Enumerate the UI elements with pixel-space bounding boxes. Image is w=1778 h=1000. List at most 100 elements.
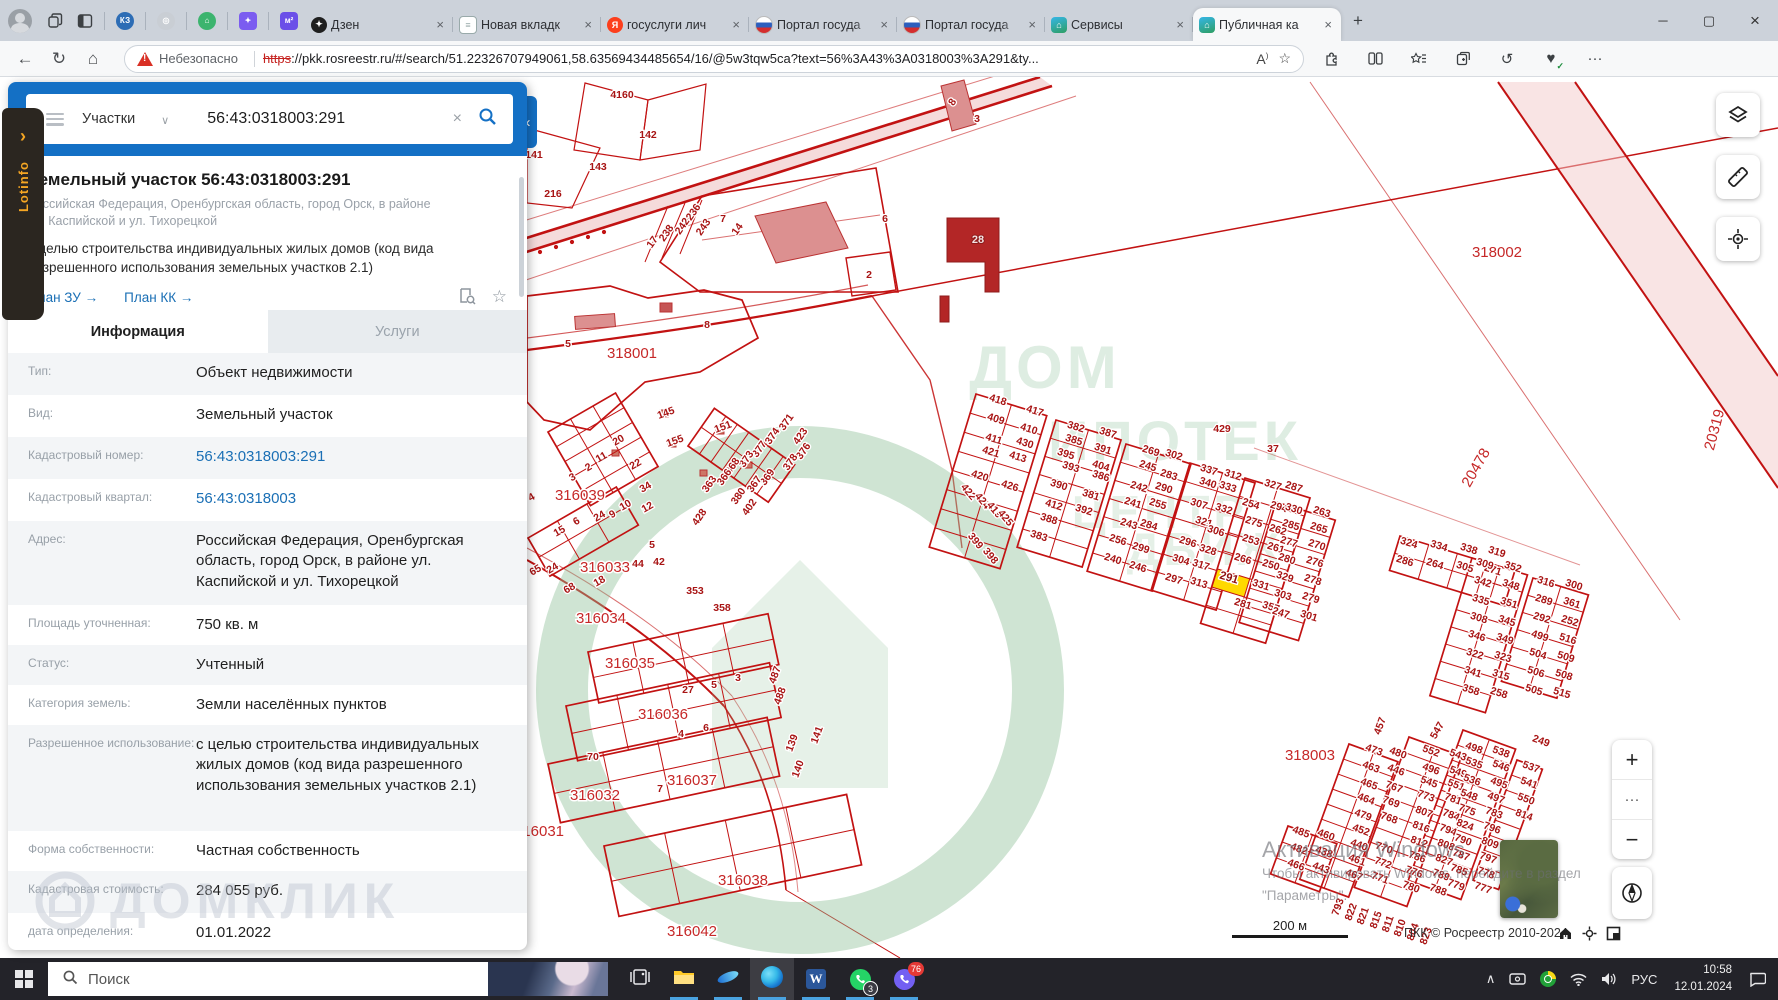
browser-tab[interactable]: ⌂ Сервисы × [1045, 8, 1193, 41]
parcel-label[interactable]: 20 [609, 431, 628, 450]
parcel-label[interactable]: 429 [1212, 422, 1232, 437]
quarter-label[interactable]: 316037 [665, 771, 718, 791]
language-indicator[interactable]: РУС [1624, 972, 1664, 987]
extensions-icon[interactable] [1314, 44, 1348, 74]
parcel-label[interactable]: 349 [1493, 630, 1516, 649]
parcel-label[interactable]: 348 [1499, 576, 1522, 595]
taskbar-search[interactable]: Поиск [48, 962, 608, 996]
browser-tab[interactable]: ⌂ Публичная ка × [1193, 8, 1341, 41]
parcel-label[interactable]: 7 [656, 782, 665, 797]
parcel-label[interactable]: 243 [692, 215, 715, 239]
zoom-in-button[interactable]: + [1612, 740, 1652, 779]
parcel-label[interactable]: 270 [1305, 536, 1328, 555]
parcel-label[interactable]: 508 [1552, 666, 1575, 685]
browser-tab[interactable]: ✦ Дзен × [305, 8, 453, 41]
parcel-label[interactable]: 4 [525, 489, 539, 505]
favorite-star-icon[interactable]: ☆ [492, 287, 507, 307]
parcel-label[interactable]: 3 [973, 112, 982, 127]
parcel-label[interactable]: 263 [1310, 503, 1333, 522]
tab-close-icon[interactable]: × [877, 17, 891, 32]
parcel-label[interactable]: 322 [1463, 645, 1486, 664]
parcel-label[interactable]: 342 [1471, 573, 1494, 592]
news-widget-image[interactable] [488, 962, 608, 996]
tab-close-icon[interactable]: × [1321, 17, 1335, 32]
parcel-label[interactable]: 546 [1489, 756, 1512, 776]
parcel-label[interactable]: 457 [1370, 714, 1390, 737]
parcel-label[interactable]: 27 [681, 683, 695, 698]
split-screen-icon[interactable] [1358, 44, 1392, 74]
parcel-label[interactable]: 316 [1534, 573, 1557, 592]
photos-taskbar-icon[interactable] [706, 958, 750, 1000]
quarter-label[interactable]: 316032 [568, 786, 621, 806]
zoom-out-button[interactable]: − [1612, 819, 1652, 859]
parcel-label[interactable]: 249 [1529, 731, 1552, 751]
url-text[interactable]: https://pkk.rosreestr.ru/#/search/51.223… [263, 51, 1246, 66]
parcel-label[interactable]: 289 [1532, 591, 1555, 610]
parcel-label[interactable]: 383 [1027, 527, 1050, 546]
tray-chevron-icon[interactable]: ∧ [1479, 971, 1503, 987]
volume-icon[interactable] [1594, 972, 1624, 986]
parcel-label[interactable]: 351 [1497, 594, 1520, 613]
clock[interactable]: 10:58 12.01.2024 [1664, 962, 1742, 995]
parcel-label[interactable]: 309 [1473, 555, 1496, 574]
search-bar[interactable]: Участки ∨ 56:43:0318003:291 × [26, 94, 513, 144]
quarter-label[interactable]: 316042 [665, 922, 718, 942]
parcel-label[interactable]: 301 [1297, 607, 1320, 626]
tab-close-icon[interactable]: × [729, 17, 743, 32]
parcel-label[interactable]: 4160 [609, 88, 635, 103]
parcel-label[interactable]: 345 [1495, 612, 1518, 631]
tab-information[interactable]: Информация [8, 310, 268, 353]
parcel-label[interactable]: 506 [1524, 663, 1547, 682]
parcel-label[interactable]: 324 [1397, 534, 1420, 553]
browser-tab[interactable]: Портал госуда × [897, 8, 1045, 41]
parcel-label[interactable]: 361 [1560, 594, 1583, 613]
task-view-taskbar-icon[interactable] [618, 958, 662, 1000]
back-icon[interactable]: ← [8, 44, 42, 74]
security-label[interactable]: Небезопасно [159, 51, 238, 66]
parcel-label[interactable]: 463 [1359, 757, 1382, 777]
parcel-label[interactable]: 7 [719, 212, 728, 227]
parcel-label[interactable]: 464 [1354, 789, 1377, 809]
favorites-bar-icon[interactable] [1402, 44, 1436, 74]
quarter-label[interactable]: 20478 [1457, 444, 1496, 492]
panel-scrollbar[interactable] [519, 177, 524, 297]
parcel-label[interactable]: 537 [1519, 757, 1542, 777]
parcel-label[interactable]: 409 [984, 410, 1007, 429]
parcel-label[interactable]: 346 [1465, 627, 1488, 646]
word-taskbar-icon[interactable]: W [794, 958, 838, 1000]
parcel-label[interactable]: 14 [728, 220, 747, 239]
parcel-label[interactable]: 264 [1423, 555, 1446, 574]
parcel-label[interactable]: 547 [1427, 718, 1449, 742]
parcel-label[interactable]: 6 [702, 721, 711, 736]
m2-icon[interactable]: м² [280, 11, 298, 30]
parcel-label[interactable]: 5 [710, 678, 719, 693]
explorer-taskbar-icon[interactable] [662, 958, 706, 1000]
parcel-label[interactable]: 5 [648, 538, 657, 553]
parcel-label[interactable]: 412 [1042, 496, 1065, 515]
parcel-label[interactable]: 24 [543, 559, 562, 578]
locate-button[interactable] [1716, 217, 1760, 261]
quarter-label[interactable]: 316036 [636, 705, 689, 725]
search-input[interactable]: 56:43:0318003:291 [207, 110, 452, 128]
address-bar[interactable]: Небезопасно https://pkk.rosreestr.ru/#/s… [124, 44, 1304, 73]
browser-tab[interactable]: Ягосуслуги лич × [601, 8, 749, 41]
parcel-label[interactable]: 352 [1501, 558, 1524, 577]
parcel-label[interactable]: 303 [1271, 586, 1294, 605]
parcel-label[interactable]: 390 [1047, 476, 1070, 495]
parcel-label[interactable]: 265 [1307, 519, 1330, 538]
notification-icon[interactable] [1742, 972, 1778, 987]
fullscreen-icon[interactable] [1606, 926, 1621, 946]
parcel-label[interactable]: 287 [1282, 478, 1305, 497]
consultant-icon[interactable]: КЗ [116, 11, 134, 30]
parcel-label[interactable]: 329 [1273, 568, 1296, 587]
wifi-icon[interactable] [1563, 973, 1594, 986]
favorite-star-icon[interactable]: ☆ [1278, 50, 1291, 67]
parcel-label[interactable]: 286 [1393, 552, 1416, 571]
tab-close-icon[interactable]: × [1173, 17, 1187, 32]
sber-icon[interactable] [1533, 971, 1563, 987]
search-icon[interactable] [478, 107, 497, 131]
quarter-label[interactable]: 316034 [574, 609, 627, 629]
clear-search-icon[interactable]: × [453, 110, 462, 128]
parcel-label[interactable]: 143 [588, 160, 608, 175]
parcel-label[interactable]: 327 [1261, 476, 1284, 495]
